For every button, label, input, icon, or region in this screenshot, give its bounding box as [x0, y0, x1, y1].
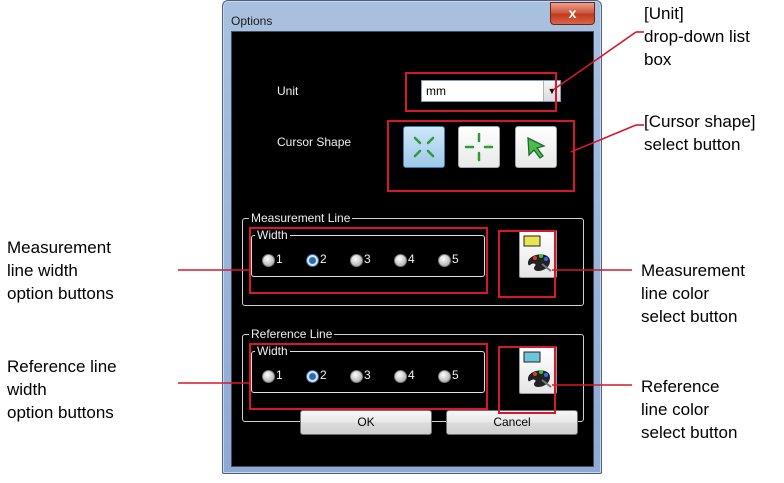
unit-annotation: [Unit] drop-down list box: [644, 4, 750, 69]
measurement-width-annotation: Measurement line width option buttons: [7, 238, 114, 303]
measurement-color-annotation: Measurement line color select button: [641, 261, 745, 326]
cursor-annotation: [Cursor shape] select button: [644, 112, 756, 154]
reference-width-annotation: Reference line width option buttons: [7, 357, 117, 422]
reference-color-annotation: Reference line color select button: [641, 377, 738, 442]
